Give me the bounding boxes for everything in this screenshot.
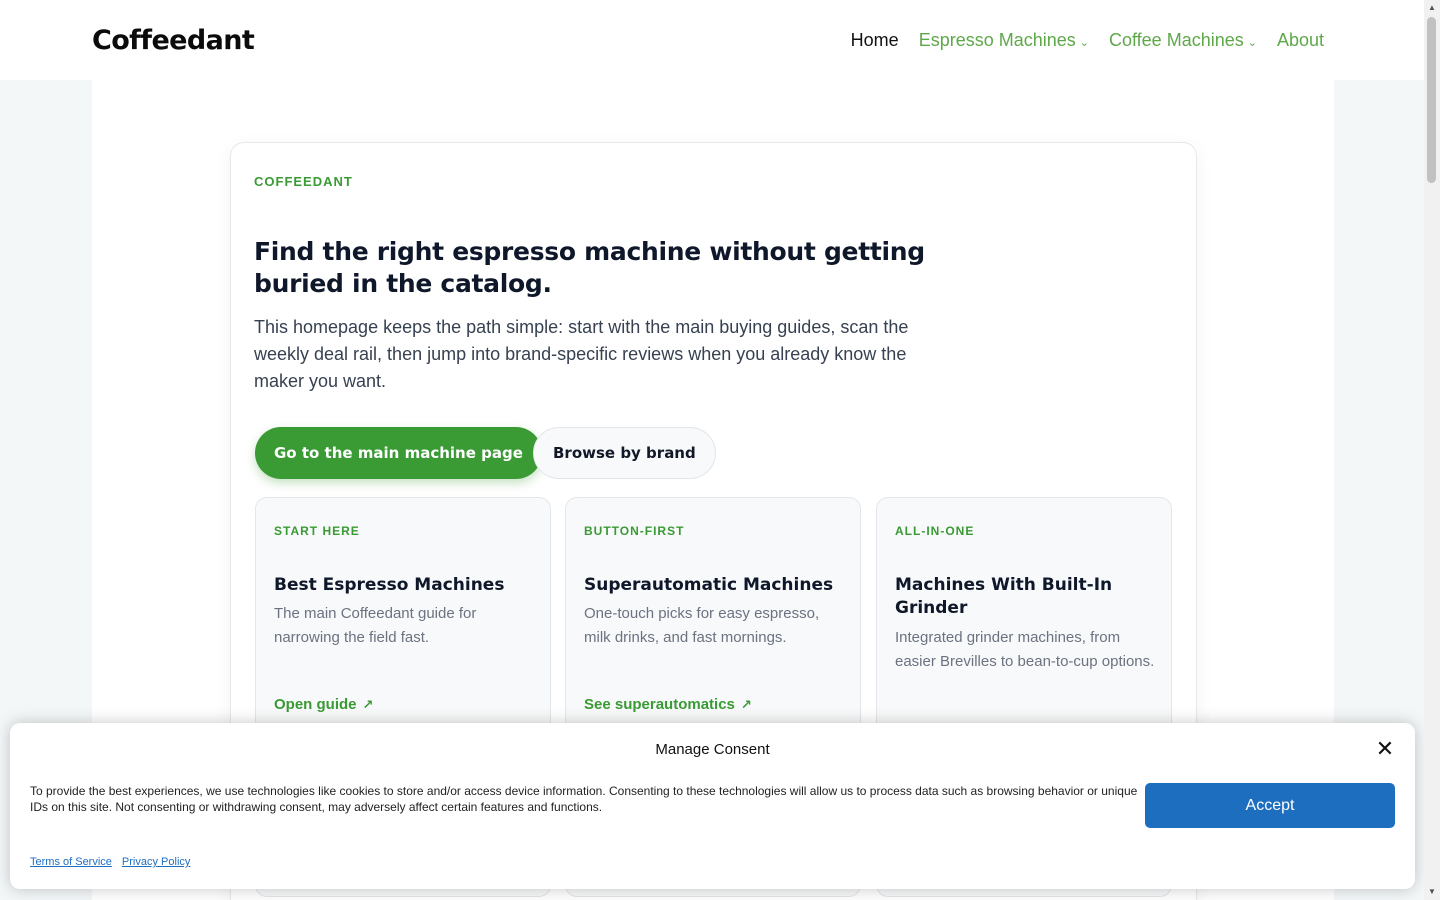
scroll-up-icon[interactable]: ▲ xyxy=(1424,0,1440,16)
scroll-down-icon[interactable]: ▼ xyxy=(1424,884,1440,900)
nav-coffee-machines[interactable]: Coffee Machines ⌄ xyxy=(1109,30,1257,51)
see-superautomatics-link[interactable]: See superautomatics ↗ xyxy=(584,696,752,713)
chevron-down-icon: ⌄ xyxy=(1079,36,1089,49)
accept-button[interactable]: Accept xyxy=(1145,783,1395,828)
guide-title: Best Espresso Machines xyxy=(274,575,505,595)
consent-banner: Manage Consent ✕ To provide the best exp… xyxy=(10,723,1415,889)
guide-title: Machines With Built-In Grinder xyxy=(895,575,1113,618)
site-logo[interactable]: Coffeedant xyxy=(92,25,255,56)
nav-home-label: Home xyxy=(850,29,899,50)
nav-coffee-machines-label: Coffee Machines xyxy=(1108,29,1244,50)
main-machine-page-button[interactable]: Go to the main machine page xyxy=(255,427,542,479)
hero-eyebrow: COFFEEDANT xyxy=(254,174,353,189)
page-scrollbar[interactable]: ▲ ▼ xyxy=(1424,0,1440,900)
arrow-up-right-icon: ↗ xyxy=(740,696,752,712)
guide-description: The main Coffeedant guide for narrowing … xyxy=(274,605,477,646)
nav-home[interactable]: Home xyxy=(851,30,899,51)
close-icon[interactable]: ✕ xyxy=(1375,738,1395,760)
scrollbar-thumb[interactable] xyxy=(1427,17,1436,183)
consent-title: Manage Consent xyxy=(655,741,770,758)
guide-description: Integrated grinder machines, from easier… xyxy=(895,629,1155,670)
site-header: Coffeedant Home Espresso Machines ⌄ Coff… xyxy=(0,0,1424,80)
nav-about-label: About xyxy=(1276,29,1324,50)
consent-text: To provide the best experiences, we use … xyxy=(30,784,1138,814)
open-guide-link[interactable]: Open guide ↗ xyxy=(274,696,373,713)
consent-links: Terms of Service Privacy Policy xyxy=(30,856,190,868)
guide-title: Superautomatic Machines xyxy=(584,575,834,595)
main-nav: Home Espresso Machines ⌄ Coffee Machines… xyxy=(851,30,1332,51)
chevron-down-icon: ⌄ xyxy=(1247,36,1257,49)
nav-about[interactable]: About xyxy=(1277,30,1324,51)
guide-eyebrow: ALL-IN-ONE xyxy=(895,524,975,538)
hero-description: This homepage keeps the path simple: sta… xyxy=(254,317,909,391)
privacy-policy-link[interactable]: Privacy Policy xyxy=(122,856,190,868)
nav-espresso-machines-label: Espresso Machines xyxy=(918,29,1076,50)
hero-title: Find the right espresso machine without … xyxy=(254,237,925,298)
guide-description: One-touch picks for easy espresso, milk … xyxy=(584,605,820,646)
nav-espresso-machines[interactable]: Espresso Machines ⌄ xyxy=(919,30,1089,51)
guide-link-label: Open guide xyxy=(274,696,357,713)
arrow-up-right-icon: ↗ xyxy=(362,696,374,712)
guide-eyebrow: START HERE xyxy=(274,524,360,538)
guide-eyebrow: BUTTON-FIRST xyxy=(584,524,685,538)
guide-link-label: See superautomatics xyxy=(584,696,735,713)
terms-of-service-link[interactable]: Terms of Service xyxy=(30,856,112,868)
browse-by-brand-button[interactable]: Browse by brand xyxy=(533,427,716,479)
